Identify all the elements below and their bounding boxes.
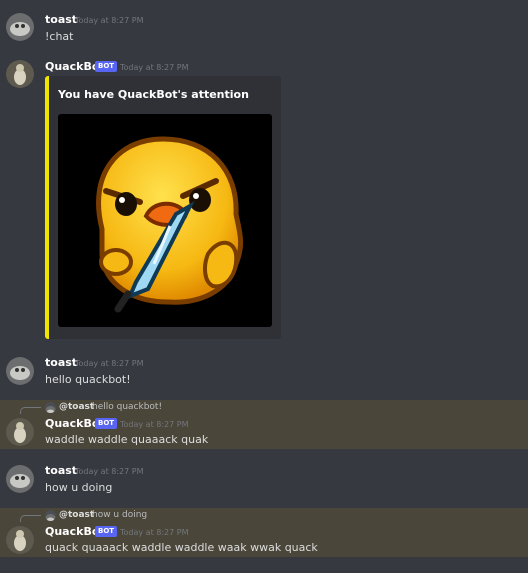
avatar-quackbot[interactable] [6, 418, 34, 446]
timestamp: Today at 8:27 PM [120, 420, 189, 429]
username[interactable]: toast [45, 356, 77, 369]
message-text: how u doing [45, 481, 113, 494]
message-text: !chat [45, 30, 74, 43]
avatar-toast[interactable] [6, 13, 34, 41]
avatar-quackbot[interactable] [6, 526, 34, 554]
message-text: waddle waddle quaaack quak [45, 433, 209, 446]
reply-spine [20, 407, 41, 414]
reply-mention[interactable]: @toast [59, 402, 94, 412]
timestamp: Today at 8:27 PM [120, 63, 189, 72]
bot-badge: BOT [95, 526, 118, 537]
message-text: quack quaaack waddle waddle waak wwak qu… [45, 541, 318, 554]
timestamp: Today at 8:27 PM [120, 528, 189, 537]
username[interactable]: toast [45, 13, 77, 26]
reply-preview[interactable]: how u doing [92, 510, 147, 520]
avatar-toast[interactable] [6, 465, 34, 493]
bot-badge: BOT [95, 61, 118, 72]
reply-preview[interactable]: hello quackbot! [92, 402, 162, 412]
username[interactable]: toast [45, 464, 77, 477]
reply-mention[interactable]: @toast [59, 510, 94, 520]
message-text: hello quackbot! [45, 373, 131, 386]
embed-title: You have QuackBot's attention [58, 88, 249, 101]
angry-duck-with-knife-image[interactable] [58, 114, 272, 327]
avatar-toast[interactable] [6, 357, 34, 385]
timestamp: Today at 8:27 PM [75, 16, 144, 25]
reply-avatar-icon [45, 510, 56, 521]
embed: You have QuackBot's attention [45, 76, 281, 339]
timestamp: Today at 8:27 PM [75, 359, 144, 368]
reply-spine [20, 515, 41, 522]
avatar-quackbot[interactable] [6, 60, 34, 88]
reply-avatar-icon [45, 402, 56, 413]
timestamp: Today at 8:27 PM [75, 467, 144, 476]
bot-badge: BOT [95, 418, 118, 429]
